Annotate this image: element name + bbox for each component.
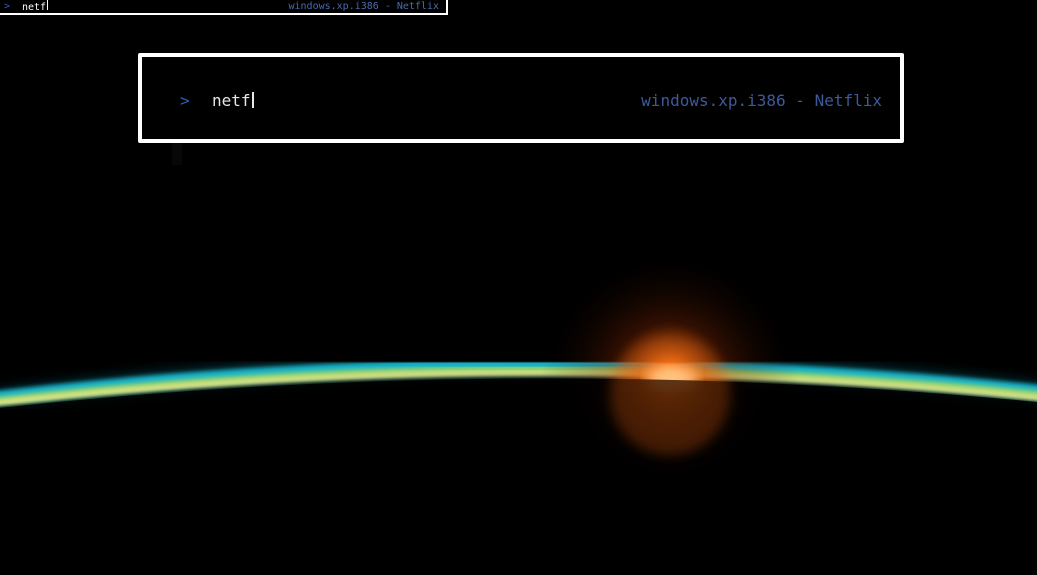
chevron-right-icon: > [4,1,11,12]
launcher-window[interactable]: > netf windows.xp.i386 - Netflix [138,53,904,143]
text-cursor [251,92,254,108]
mini-launcher-bar[interactable]: > netf windows.xp.i386 - Netflix [0,0,448,15]
mini-query-text: netf [22,1,47,13]
launcher-input-row[interactable]: > netf windows.xp.i386 - Netflix [142,87,900,113]
launcher-top-result[interactable]: windows.xp.i386 - Netflix [641,91,900,110]
mini-launcher-result[interactable]: windows.xp.i386 - Netflix [288,0,446,13]
chevron-right-icon: > [180,90,190,110]
launcher-query-input[interactable]: netf [212,91,641,110]
launcher-query-text: netf [212,90,251,110]
desktop: > netf windows.xp.i386 - Netflix > netf … [0,0,1037,575]
mini-launcher-query[interactable]: netf [22,0,288,14]
text-cursor [47,0,49,10]
